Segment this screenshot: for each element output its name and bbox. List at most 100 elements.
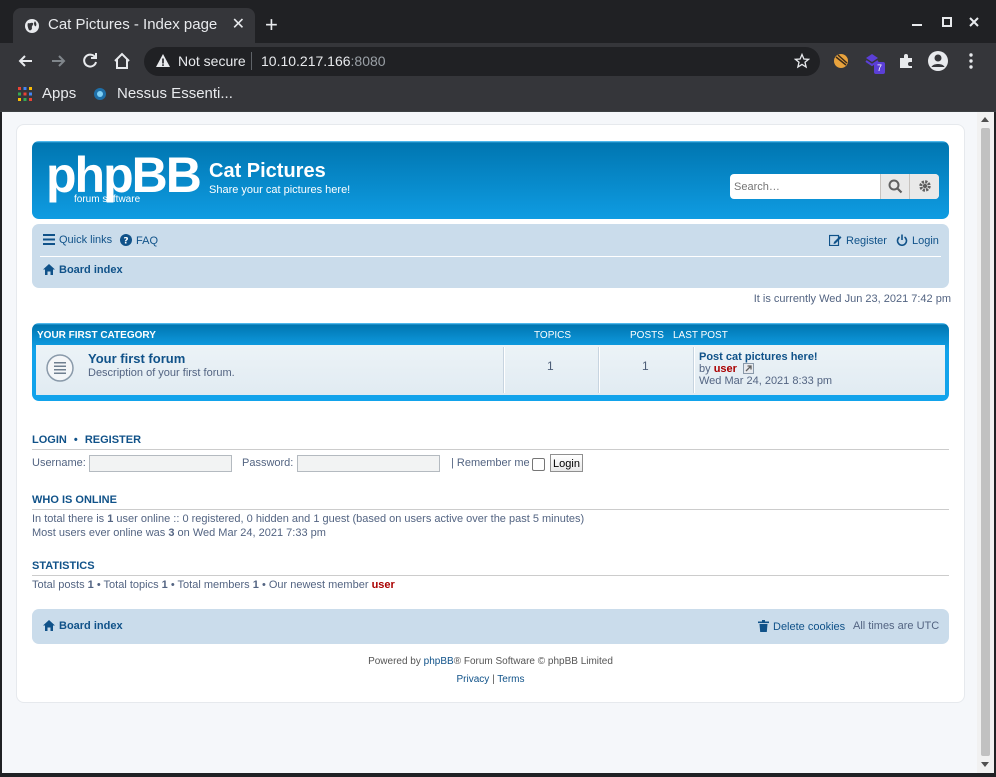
- browser-menu-icon[interactable]: [962, 52, 980, 70]
- last-post-title-link[interactable]: Post cat pictures here!: [699, 351, 818, 363]
- column-divider: [598, 347, 600, 393]
- gear-icon: [919, 180, 931, 192]
- privacy-link[interactable]: Privacy: [456, 674, 489, 685]
- delete-cookies-link[interactable]: Delete cookies: [758, 620, 845, 633]
- advanced-search-button[interactable]: [909, 174, 939, 199]
- delete-cookies-label: Delete cookies: [773, 621, 846, 633]
- total-posts-value: 1: [87, 579, 94, 591]
- browser-chrome: Cat Pictures - Index page ✕ + Not secure…: [0, 0, 996, 112]
- total-topics-value: 1: [161, 579, 168, 591]
- quick-links-label: Quick links: [59, 234, 113, 246]
- forum-posts-count: 1: [642, 359, 649, 373]
- browser-tab[interactable]: Cat Pictures - Index page ✕: [13, 8, 255, 43]
- login-heading-link[interactable]: LOGIN: [32, 434, 67, 446]
- home-icon: [43, 620, 55, 631]
- who-is-online-heading[interactable]: WHO IS ONLINE: [32, 494, 117, 506]
- total-members-value: 1: [252, 579, 259, 591]
- home-icon[interactable]: [112, 51, 132, 71]
- page-scrollbar[interactable]: [977, 112, 994, 773]
- newest-member-label: • Our newest member: [261, 579, 369, 591]
- tab-title: Cat Pictures - Index page: [48, 16, 218, 33]
- navbar-divider: [40, 256, 941, 257]
- extension-foxy-icon[interactable]: [832, 52, 850, 70]
- most-online-count: 3: [168, 527, 175, 539]
- terms-link[interactable]: Terms: [497, 674, 524, 685]
- warning-icon: [156, 54, 170, 67]
- forum-title-link[interactable]: Your first forum: [88, 351, 185, 366]
- bookmark-nessus-label: Nessus Essenti...: [117, 85, 233, 102]
- extensions-puzzle-icon[interactable]: [897, 52, 915, 70]
- address-bar[interactable]: Not secure 10.10.217.166:8080: [144, 47, 820, 76]
- bookmark-star-icon[interactable]: [794, 53, 810, 69]
- address-url[interactable]: 10.10.217.166:8080: [261, 53, 386, 69]
- menu-icon: [43, 234, 55, 245]
- search-button[interactable]: [880, 174, 909, 199]
- reload-icon[interactable]: [80, 51, 100, 71]
- topics-header: TOPICS: [534, 330, 572, 341]
- most-online-prefix: Most users ever online was: [32, 527, 166, 539]
- powered-suffix: ® Forum Software © phpBB Limited: [453, 656, 613, 667]
- login-register-heading: LOGIN • REGISTER: [32, 434, 141, 446]
- register-label: Register: [846, 235, 887, 247]
- site-title: Cat Pictures: [209, 160, 326, 182]
- home-icon: [43, 264, 55, 275]
- quick-links-link[interactable]: Quick links: [43, 234, 112, 246]
- minimize-icon[interactable]: [912, 17, 922, 27]
- category-header[interactable]: YOUR FIRST CATEGORY: [37, 330, 156, 341]
- last-post-user-link[interactable]: user: [714, 363, 737, 375]
- footer-board-index-link[interactable]: Board index: [43, 620, 123, 632]
- newest-member-link[interactable]: user: [372, 579, 395, 591]
- remember-me-checkbox[interactable]: [532, 458, 545, 471]
- total-members-label: • Total members: [170, 579, 250, 591]
- footer-link-separator: |: [492, 674, 495, 685]
- breadcrumb-board-index[interactable]: Board index: [43, 264, 123, 276]
- scroll-thumb[interactable]: [981, 128, 990, 756]
- register-heading-link[interactable]: REGISTER: [85, 434, 141, 446]
- login-link[interactable]: Login: [896, 234, 939, 247]
- password-label: Password:: [242, 457, 294, 469]
- phpbb-logo[interactable]: phpBB forum software: [46, 150, 202, 205]
- new-tab-icon[interactable]: +: [265, 13, 278, 37]
- security-label: Not secure: [178, 53, 246, 69]
- maximize-icon[interactable]: [942, 17, 952, 27]
- profile-avatar-icon[interactable]: [927, 50, 949, 72]
- view-latest-post-icon[interactable]: [743, 363, 754, 374]
- forward-icon[interactable]: [48, 51, 68, 71]
- total-posts-label: Total posts: [32, 579, 85, 591]
- extension-badge: 7: [874, 62, 886, 74]
- column-divider: [503, 347, 505, 393]
- back-icon[interactable]: [16, 51, 36, 71]
- edit-icon: [829, 234, 842, 246]
- heading-separator: •: [73, 434, 78, 446]
- total-topics-label: • Total topics: [96, 579, 159, 591]
- power-icon: [896, 234, 908, 246]
- bookmark-apps-label: Apps: [42, 85, 77, 102]
- most-online-text: Most users ever online was 3 on Wed Mar …: [32, 527, 326, 539]
- last-post-by-prefix: by: [699, 363, 711, 375]
- login-button[interactable]: Login: [550, 454, 583, 472]
- scroll-up-arrow-icon[interactable]: [981, 117, 989, 122]
- help-icon: ?: [120, 234, 132, 246]
- statistics-heading: STATISTICS: [32, 560, 95, 572]
- username-field[interactable]: [89, 455, 232, 472]
- section-divider: [32, 449, 949, 450]
- register-link[interactable]: Register: [829, 234, 887, 247]
- address-separator: [251, 52, 252, 70]
- forum-description: Description of your first forum.: [88, 367, 235, 379]
- tab-close-icon[interactable]: ✕: [232, 16, 245, 34]
- online-total-text: In total there is 1 user online :: 0 reg…: [32, 513, 584, 525]
- powered-prefix: Powered by: [368, 656, 421, 667]
- scroll-down-arrow-icon[interactable]: [981, 762, 989, 767]
- site-description: Share your cat pictures here!: [209, 184, 351, 196]
- timezone-text: All times are UTC: [853, 620, 940, 632]
- faq-link[interactable]: ? FAQ: [120, 234, 158, 247]
- phpbb-link[interactable]: phpBB: [424, 656, 454, 667]
- close-window-icon[interactable]: [969, 17, 979, 27]
- extension-wappalyzer[interactable]: 7: [864, 52, 890, 76]
- password-field[interactable]: [297, 455, 440, 472]
- search-input[interactable]: [730, 174, 880, 199]
- trash-icon: [758, 620, 769, 632]
- search-box: [730, 174, 939, 199]
- navbar: Quick links ? FAQ Register Login Board in…: [32, 224, 949, 288]
- site-header: phpBB forum software Cat Pictures Share …: [32, 141, 949, 219]
